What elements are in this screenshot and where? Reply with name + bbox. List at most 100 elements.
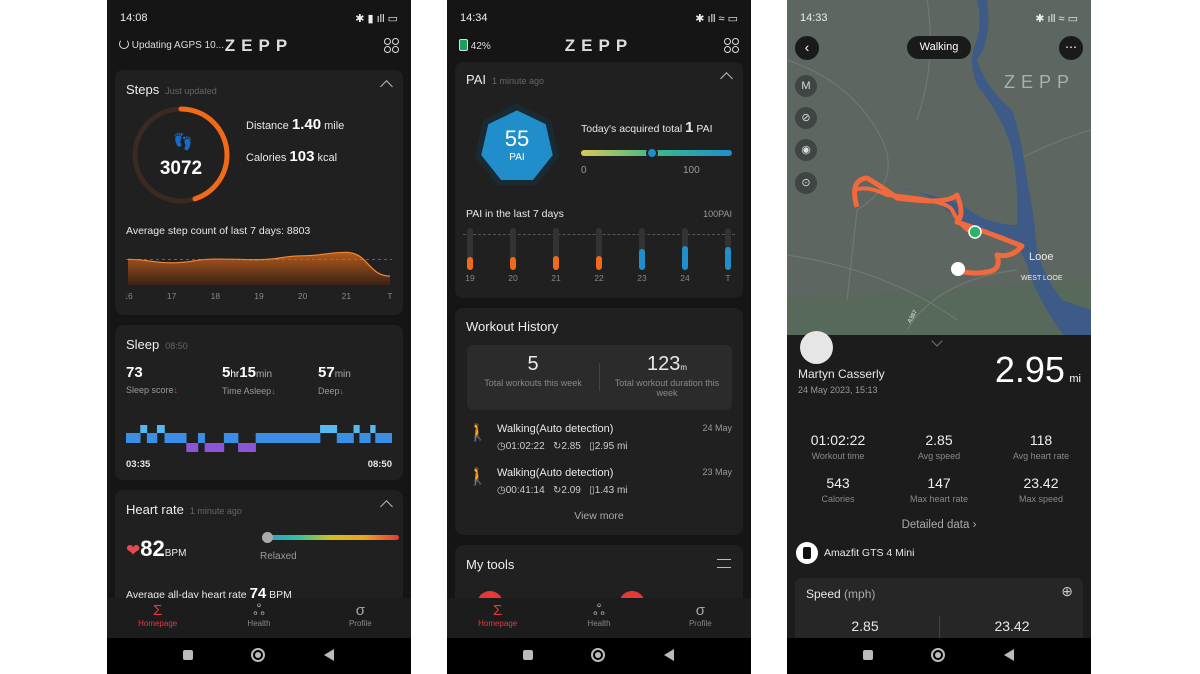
workout-item[interactable]: 🚶 Walking(Auto detection) 23 May ◷00:41:… [455,465,743,505]
chevron-down-icon[interactable] [931,335,943,347]
sleep-segment-light [336,433,354,443]
pai-week-label: PAI in the last 7 days [466,208,564,220]
stat-label: Avg heart rate [1012,451,1070,461]
deep-sleep: 57min Deep↓ [318,364,351,396]
phone-workout-detail: Looe WEST LOOE A387 ZEPP 14:33 ✱ ıll ≈ ▭ … [787,0,1091,674]
heart-rate-card[interactable]: Heart rate 1 minute ago ❤82BPM Relaxed Av… [115,490,403,610]
home-button[interactable] [251,648,265,662]
widgets-grid-icon[interactable] [724,38,739,53]
home-button[interactable] [591,648,605,662]
nav-profile[interactable]: σ Profile [650,598,751,638]
collapse-icon[interactable] [380,500,393,513]
scale-min: 0 [581,165,587,176]
collapse-icon[interactable] [380,80,393,93]
widgets-grid-icon[interactable] [384,38,399,53]
my-tools-title: My tools [466,557,515,572]
sleep-stages-chart [126,425,392,452]
back-arrow-icon[interactable]: ‹ [795,36,819,60]
pai-day-bar [510,256,516,270]
sleep-score-label: Sleep score [126,385,174,395]
rotate-map-icon[interactable]: ⊘ [795,107,817,129]
clock: 14:08 [120,12,148,24]
profile-icon: σ [355,602,365,619]
nav-homepage[interactable]: Σ Homepage [447,598,548,638]
scale-max: 100 [683,165,700,176]
sleep-segment-rem [370,425,376,433]
nav-profile[interactable]: σ Profile [310,598,411,638]
steps-updated: Just updated [165,86,217,96]
heart-updated: 1 minute ago [189,506,242,516]
steps-title: Steps [126,82,160,97]
activity-type-badge: Walking [907,36,971,59]
pai-day-label: 19 [465,273,475,283]
status-bar: 14:33 ✱ ıll ≈ ▭ [800,10,1078,26]
watch-device-icon [796,542,818,564]
pai-card[interactable]: PAI 1 minute ago 55 PAI Today's acquired … [455,62,743,298]
sleep-segment-light [146,433,158,443]
distance-row: Distance 1.40 mile [246,116,344,133]
heart-title: Heart rate [126,502,184,517]
sleep-score-value: 73 [126,364,143,381]
divider [939,616,940,640]
pai-week-chart: 19 20 21 22 23 24 T [455,228,743,288]
view-more-link[interactable]: View more [455,510,743,522]
map-label-town: Looe [1029,251,1053,263]
home-button[interactable] [931,648,945,662]
back-button[interactable] [1004,649,1014,661]
workout-item[interactable]: 🚶 Walking(Auto detection) 24 May ◷01:02:… [455,421,743,461]
steps-card[interactable]: Steps Just updated 👣 3072 Distance 1.40 m… [115,70,403,315]
nav-health[interactable]: ஃ Health [548,598,649,638]
collapse-icon[interactable] [720,72,733,85]
steps-day-label: T [387,291,392,301]
pai-day-label: 20 [508,273,518,283]
sleep-segment-light [359,433,371,443]
more-options-icon[interactable]: ⋯ [1059,36,1083,60]
clock: 14:34 [460,12,488,24]
map-style-icon[interactable]: M [795,75,817,97]
sleep-segment-deep [238,443,256,452]
stat-label: Workout time [811,451,865,461]
workout-name: Walking(Auto detection) [497,423,614,435]
status-icons: ✱ ıll ≈ ▭ [1035,12,1078,25]
heart-zone-marker [262,532,273,543]
locate-icon[interactable]: ⊙ [795,172,817,194]
workout-date: 24 May 2023, 15:13 [798,385,878,395]
workout-history-card[interactable]: Workout History 5 Total workouts this wee… [455,308,743,535]
recents-button[interactable] [863,650,873,660]
sleep-card[interactable]: Sleep 08:50 73 Sleep score↓ 5hr15min Time A… [115,325,403,480]
heart-icon: ❤ [126,541,141,560]
pai-day-label: T [725,273,731,283]
nav-health[interactable]: ஃ Health [208,598,309,638]
back-button[interactable] [324,649,334,661]
hr-unit: hr [230,369,240,380]
pai-day-bar [682,246,688,270]
profile-icon: σ [695,602,705,619]
footprints-icon: 👣 [173,134,193,151]
sleep-segment-deep [186,443,199,452]
arrow-down-icon: ↓ [339,386,345,396]
recents-button[interactable] [523,650,533,660]
sleep-segment-deep [204,443,225,452]
detailed-data-link[interactable]: Detailed data › [787,519,1091,531]
nav-homepage[interactable]: Σ Homepage [107,598,208,638]
bpm-unit: BPM [164,548,187,559]
distance-unit: mile [324,120,345,132]
workout-history-title: Workout History [466,319,559,334]
bottom-nav: Σ Homepage ஃ Health σ Profile [447,598,751,638]
avatar[interactable] [800,331,833,364]
pai-week-max: 100PAI [703,209,732,219]
sort-icon[interactable] [717,559,731,568]
eye-icon[interactable]: ◉ [795,139,817,161]
heart-rate-current: ❤82BPM [126,536,186,562]
speed-max: 23.42 [994,618,1030,634]
heart-zone-bar [263,535,399,540]
finish-flag-icon [951,262,965,276]
recents-button[interactable] [183,650,193,660]
back-button[interactable] [664,649,674,661]
total-workouts-label: Total workouts this week [484,378,582,388]
zoom-in-icon[interactable]: ⊕ [1061,583,1073,600]
stat-value: 23.42 [1023,475,1059,491]
pai-day-label: 22 [594,273,604,283]
zepp-logo: ZEPP [564,36,634,55]
nav-label: Health [247,619,271,628]
